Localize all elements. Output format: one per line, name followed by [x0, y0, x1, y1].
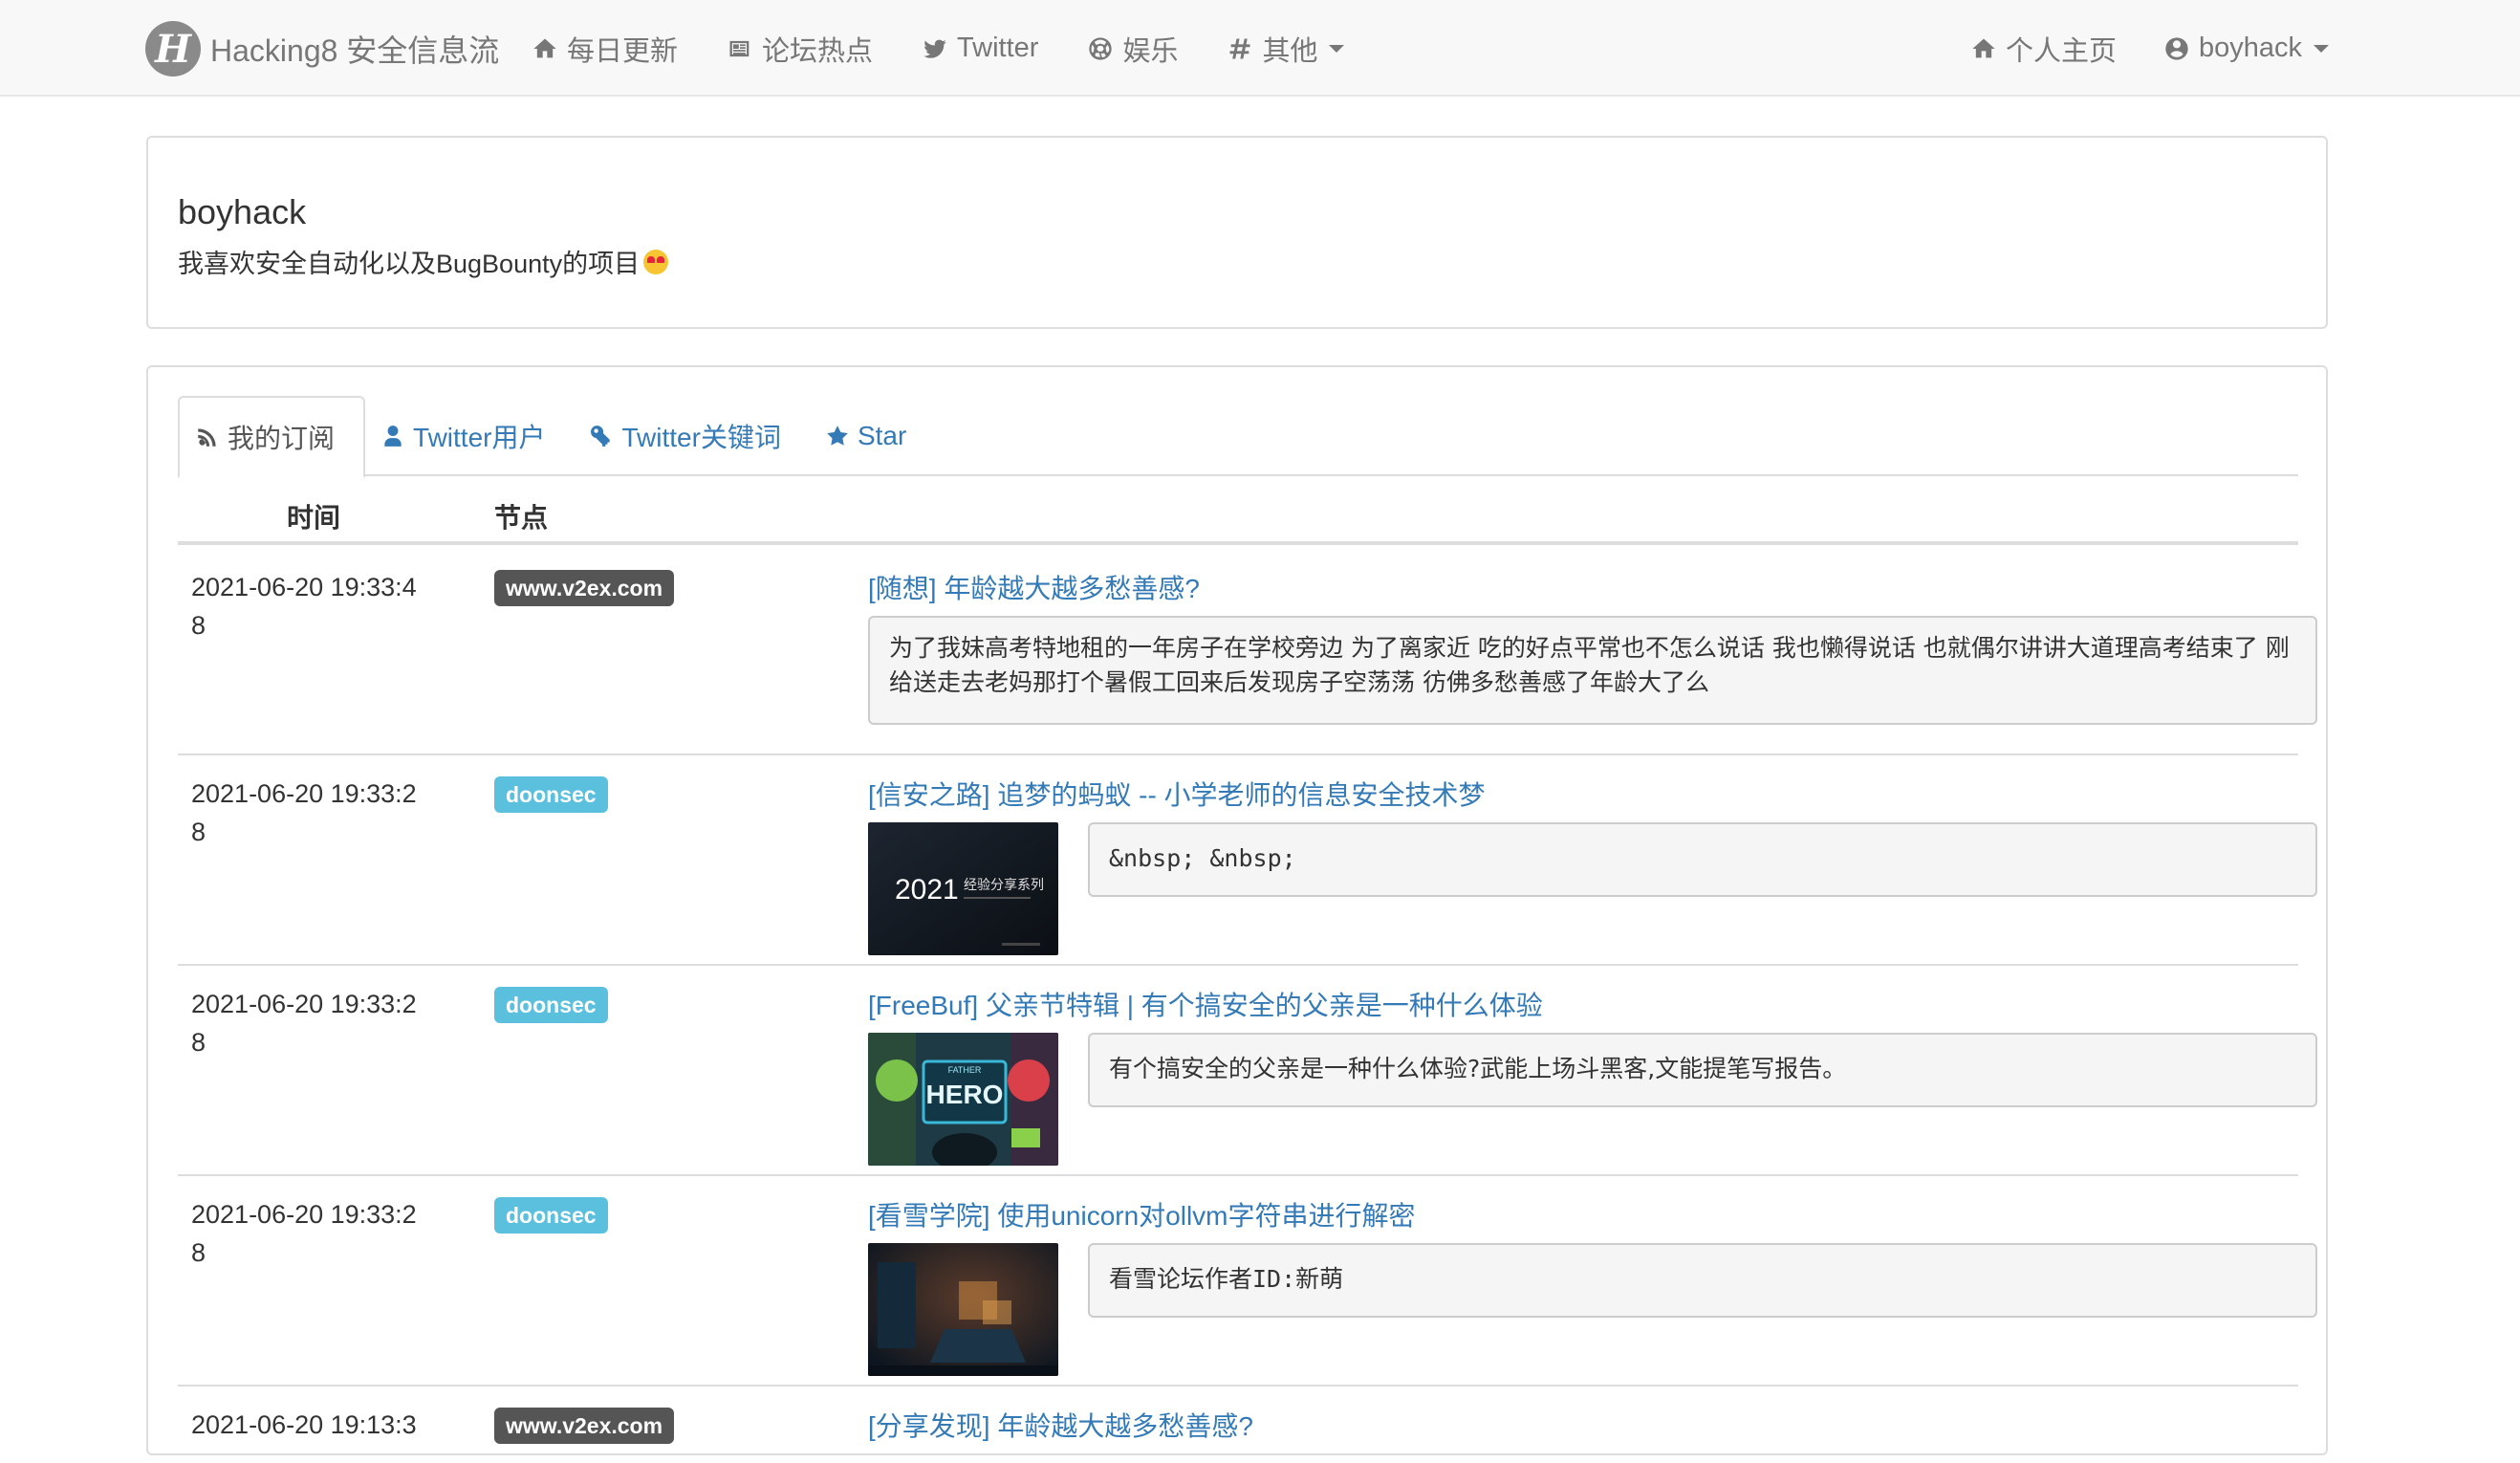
key-icon [591, 426, 611, 447]
tab-twitter-users-label: Twitter用户 [413, 423, 546, 452]
tab-bar: 我的订阅 Twitter用户 Twitter关键词 Star [178, 396, 2298, 478]
brand-link[interactable]: H Hacking8 安全信息流 [145, 21, 499, 76]
node-badge[interactable]: doonsec [494, 987, 608, 1023]
home-icon [1969, 34, 1998, 63]
caret-down-icon [1329, 44, 1345, 53]
nav-user-dropdown[interactable]: boyhack [2162, 33, 2329, 64]
article-thumbnail[interactable]: 2021 经验分享系列 [868, 822, 1058, 955]
user-icon [384, 426, 402, 447]
caret-down-icon [2314, 44, 2329, 53]
profile-bio-text: 我喜欢安全自动化以及BugBounty的项目 [178, 250, 641, 278]
row-title-link[interactable]: [信安之路] 追梦的蚂蚁 -- 小学老师的信息安全技术梦 [868, 775, 1486, 813]
nav-other-label: 其他 [1262, 35, 1318, 67]
node-badge[interactable]: doonsec [494, 776, 608, 813]
article-thumbnail[interactable] [868, 1243, 1058, 1376]
thumbnail-subtitle: FATHER [948, 1065, 982, 1075]
table-row: 2021-06-20 19:13:3 www.v2ex.com [分享发现] 年… [178, 1387, 2298, 1463]
profile-bio: 我喜欢安全自动化以及BugBounty的项目 [178, 243, 669, 280]
twitter-icon [921, 34, 949, 63]
article-thumbnail[interactable]: FATHER HERO [868, 1033, 1058, 1166]
nav-twitter-label: Twitter [957, 33, 1039, 63]
row-title-link[interactable]: [看雪学院] 使用unicorn对ollvm字符串进行解密 [868, 1195, 1416, 1234]
nav-entertainment-label: 娱乐 [1122, 35, 1179, 67]
nav-daily-updates[interactable]: 每日更新 [531, 29, 678, 69]
row-description: &nbsp; &nbsp; [1088, 822, 2317, 897]
row-title-link[interactable]: [FreeBuf] 父亲节特辑 | 有个搞安全的父亲是一种什么体验 [868, 985, 1543, 1023]
hashtag-icon [1226, 34, 1254, 63]
nav-personal-home[interactable]: 个人主页 [1969, 29, 2117, 69]
newspaper-icon [726, 34, 754, 63]
tab-my-subscriptions[interactable]: 我的订阅 [178, 396, 366, 478]
nav-entertainment[interactable]: 娱乐 [1086, 29, 1178, 69]
nav-other-dropdown[interactable]: 其他 [1226, 29, 1345, 69]
nav-personal-home-label: 个人主页 [2005, 35, 2117, 67]
table-row: 2021-06-20 19:33:28 doonsec [FreeBuf] 父亲… [178, 966, 2317, 1176]
node-badge[interactable]: www.v2ex.com [494, 570, 675, 606]
node-badge[interactable]: www.v2ex.com [494, 1408, 675, 1444]
table-row: 2021-06-20 19:33:48 www.v2ex.com [随想] 年龄… [178, 549, 2317, 755]
user-circle-icon [2162, 34, 2191, 63]
node-badge[interactable]: doonsec [494, 1197, 608, 1234]
brand-logo-icon: H [145, 21, 201, 76]
tab-twitter-keywords-label: Twitter关键词 [621, 423, 781, 452]
star-icon [827, 426, 848, 446]
table-row: 2021-06-20 19:33:28 doonsec [信安之路] 追梦的蚂蚁… [178, 755, 2317, 966]
profile-panel: boyhack 我喜欢安全自动化以及BugBounty的项目 [146, 136, 2328, 329]
heart-eyes-emoji-icon [643, 249, 669, 274]
nav-twitter[interactable]: Twitter [921, 33, 1038, 64]
row-time: 2021-06-20 19:33:48 [191, 573, 417, 640]
navbar: H Hacking8 安全信息流 每日更新 论坛热点 Twitter 娱乐 其他… [0, 0, 2520, 97]
tab-twitter-keywords[interactable]: Twitter关键词 [574, 396, 809, 476]
tab-twitter-users[interactable]: Twitter用户 [365, 396, 574, 476]
profile-name: boyhack [178, 192, 307, 231]
feed-panel: 我的订阅 Twitter用户 Twitter关键词 Star 时间 节点 202… [146, 365, 2328, 1455]
nav-username-label: boyhack [2198, 33, 2302, 63]
rss-icon [198, 428, 216, 447]
table-row: 2021-06-20 19:33:28 doonsec [看雪学院] 使用uni… [178, 1176, 2317, 1387]
row-time: 2021-06-20 19:33:28 [191, 779, 417, 846]
nav-daily-updates-label: 每日更新 [567, 35, 679, 67]
row-time: 2021-06-20 19:13:3 [191, 1410, 417, 1439]
tab-my-subscriptions-label: 我的订阅 [228, 424, 336, 453]
column-header-node: 节点 [494, 503, 549, 533]
tab-star[interactable]: Star [810, 396, 935, 476]
nav-forum-hot[interactable]: 论坛热点 [726, 29, 873, 69]
row-title-link[interactable]: [随想] 年龄越大越多愁善感? [868, 568, 1200, 606]
nav-forum-hot-label: 论坛热点 [762, 35, 874, 67]
thumbnail-title: HERO [926, 1080, 1004, 1109]
home-icon [531, 34, 559, 63]
column-header-time: 时间 [287, 503, 341, 533]
thumbnail-year: 2021 [895, 874, 959, 906]
row-time: 2021-06-20 19:33:28 [191, 1200, 417, 1267]
row-description: 看雪论坛作者ID:新萌 [1088, 1243, 2317, 1318]
soccer-ball-icon [1086, 34, 1115, 63]
brand-title: Hacking8 安全信息流 [210, 33, 500, 68]
row-title-link[interactable]: [分享发现] 年龄越大越多愁善感? [868, 1406, 1253, 1444]
thumbnail-caption: 经验分享系列 [964, 877, 1044, 893]
row-time: 2021-06-20 19:33:28 [191, 990, 417, 1057]
table-header: 时间 节点 [178, 476, 2298, 545]
row-description: 有个搞安全的父亲是一种什么体验?武能上场斗黑客,文能提笔写报告。 [1088, 1033, 2317, 1107]
row-description: 为了我妹高考特地租的一年房子在学校旁边 为了离家近 吃的好点平常也不怎么说话 我… [868, 616, 2317, 725]
tab-star-label: Star [857, 421, 907, 450]
